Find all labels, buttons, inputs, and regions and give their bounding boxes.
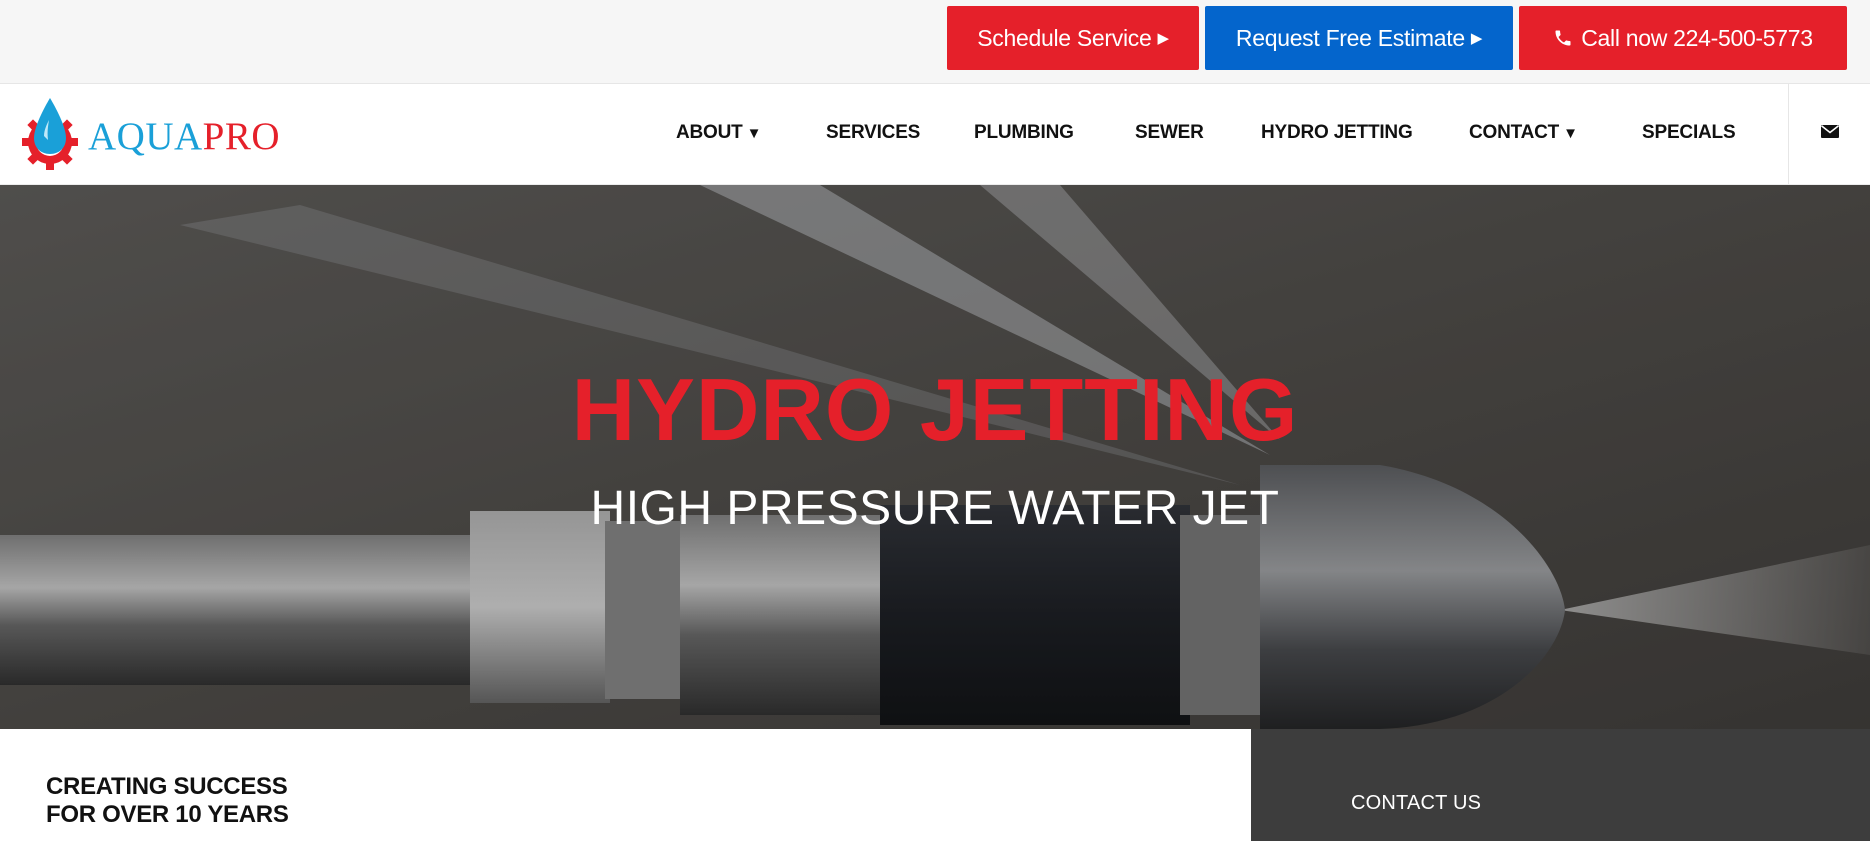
request-estimate-button[interactable]: Request Free Estimate ▶ [1205,6,1513,70]
section-heading: CREATING SUCCESS FOR OVER 10 YEARS [46,773,289,829]
nav-item-sewer[interactable]: SEWER [1135,122,1204,144]
schedule-service-label: Schedule Service [977,24,1152,51]
contact-us-heading: CONTACT US [1351,792,1482,814]
contact-panel: CONTACT US [1251,729,1870,841]
nav-item-services[interactable]: SERVICES [826,122,920,144]
play-arrow-icon: ▶ [1157,30,1169,47]
hero-title: HYDRO JETTING [571,360,1299,459]
top-cta-bar: Schedule Service ▶ Request Free Estimate… [0,0,1870,84]
envelope-icon [1820,125,1839,143]
logo-pro-text: PRO [202,114,281,158]
play-arrow-icon: ▶ [1470,30,1483,47]
tagline-line-2: FOR OVER 10 YEARS [46,801,289,828]
nav-item-hydro-jetting[interactable]: HYDRO JETTING [1261,122,1413,144]
hero-banner: HYDRO JETTING HIGH PRESSURE WATER JET [0,185,1870,729]
nav-item-label: PLUMBING [974,122,1074,143]
call-now-button[interactable]: Call now 224-500-5773 [1519,6,1847,70]
caret-down-icon: ▼ [1563,125,1578,142]
schedule-service-button[interactable]: Schedule Service ▶ [947,6,1199,70]
intro-section: CREATING SUCCESS FOR OVER 10 YEARS [0,729,1251,841]
nav-item-contact[interactable]: CONTACT ▼ [1469,122,1578,144]
nav-item-label: SPECIALS [1642,122,1736,143]
caret-down-icon: ▼ [746,125,762,142]
logo-wordmark: AQUAPRO [88,114,280,159]
nav-item-specials[interactable]: SPECIALS [1642,122,1736,144]
phone-icon [1553,28,1573,48]
aquapro-logo[interactable]: AQUAPRO [20,96,280,177]
email-button[interactable] [1788,84,1870,184]
nav-item-label: CONTACT [1469,122,1560,143]
nav-item-label: ABOUT [676,122,743,143]
nav-item-plumbing[interactable]: PLUMBING [974,122,1074,144]
nav-item-label: HYDRO JETTING [1261,122,1413,143]
logo-aqua-text: AQUA [88,114,203,158]
hero-subtitle: HIGH PRESSURE WATER JET [590,482,1280,535]
tagline-line-1: CREATING SUCCESS [46,773,288,800]
call-now-label: Call now 224-500-5773 [1581,24,1813,51]
main-navbar: AQUAPRO ABOUT ▼ SERVICES PLUMBING SEWER H… [0,84,1870,185]
water-drop-gear-icon [20,96,84,177]
request-estimate-label: Request Free Estimate [1235,24,1465,51]
nav-item-about[interactable]: ABOUT ▼ [676,122,761,144]
nav-item-label: SEWER [1135,122,1204,143]
nav-item-label: SERVICES [826,122,921,143]
